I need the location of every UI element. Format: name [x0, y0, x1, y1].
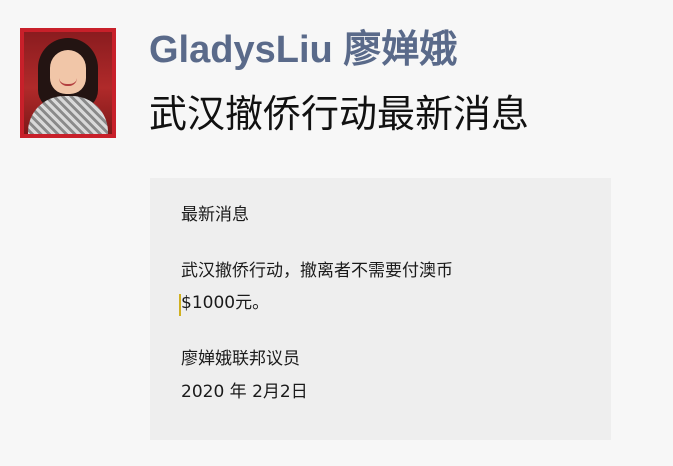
card-date: 2020 年 2月2日: [181, 382, 308, 402]
avatar-body: [28, 96, 108, 134]
card-body-line-1: 武汉撤侨行动，撤离者不需要付澳币: [181, 261, 453, 281]
profile-photo-icon: [24, 32, 112, 134]
avatar[interactable]: [20, 28, 116, 138]
card-signer: 廖婵娥联邦议员: [181, 349, 300, 369]
post-title: 武汉撤侨行动最新消息: [149, 92, 530, 136]
author-name[interactable]: GladysLiu 廖婵娥: [149, 29, 457, 72]
card-heading: 最新消息: [181, 205, 249, 225]
text-cursor: [179, 294, 181, 316]
message-card: 最新消息 武汉撤侨行动，撤离者不需要付澳币 $1000元。 廖婵娥联邦议员 20…: [150, 178, 611, 440]
avatar-face: [50, 50, 86, 94]
card-body-line-2: $1000元。: [181, 293, 270, 313]
